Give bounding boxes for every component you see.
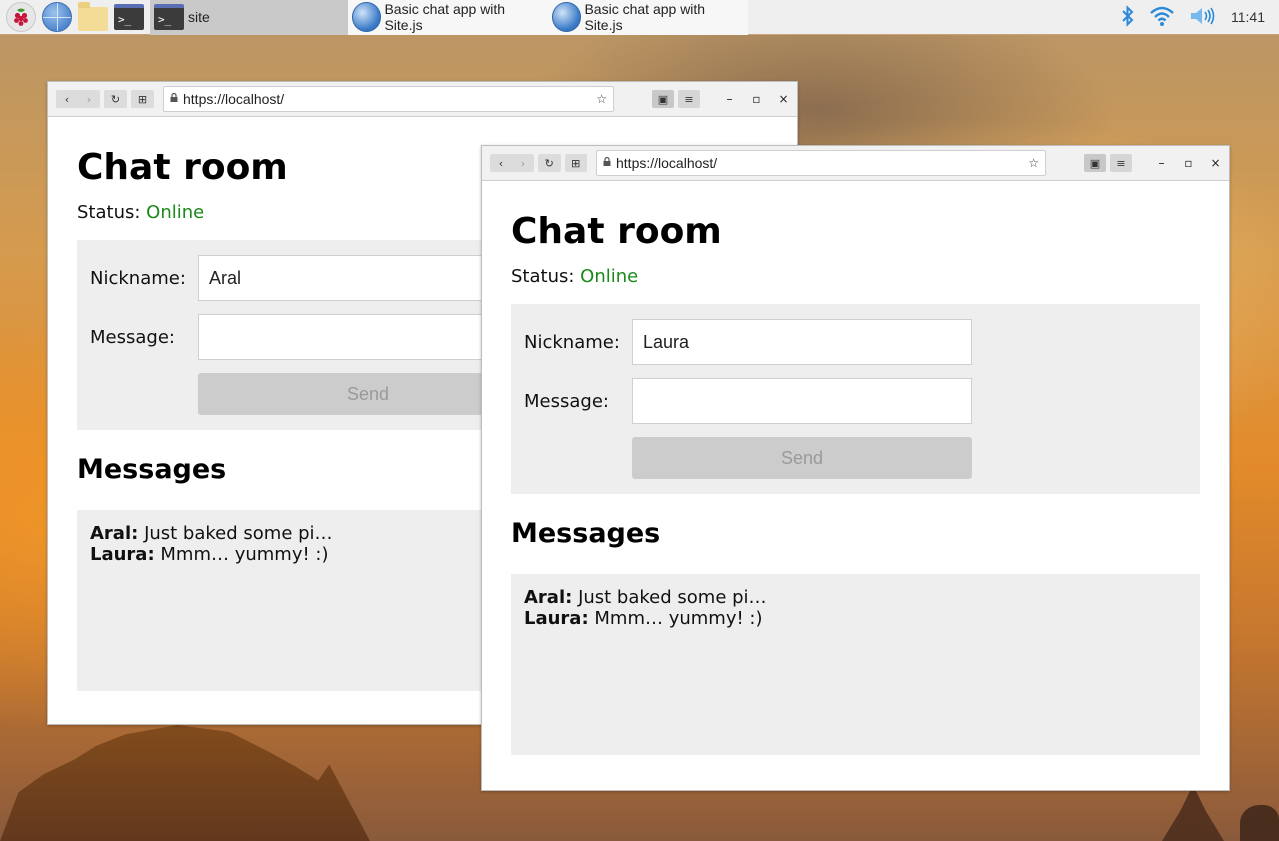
bookmark-star-icon[interactable]: ☆ [596,92,607,106]
status-line: Status: Online [511,266,1200,287]
bookmarks-button[interactable]: ▣ [1084,154,1106,172]
reload-button[interactable]: ↻ [538,154,561,172]
message-author: Aral: [524,587,573,608]
maximize-button[interactable]: ▫ [1175,156,1202,170]
message-label: Message: [90,326,175,348]
minimize-button[interactable]: – [1148,156,1175,170]
browser-window-laura: ‹ › ↻ ⊞ https://localhost/ ☆ ▣ ≡ – ▫ × C… [481,145,1230,791]
status-label: Status: [77,202,141,223]
forward-button[interactable]: › [512,154,534,172]
lock-icon [170,92,178,105]
message-author: Aral: [90,523,139,544]
bookmark-star-icon[interactable]: ☆ [1028,156,1039,170]
terminal-icon: >_ [114,4,144,30]
task-label: site [188,9,210,25]
status-label: Status: [511,266,575,287]
window-controls: – ▫ × [1148,156,1229,170]
menu-button[interactable]: ≡ [1110,154,1132,172]
minimize-button[interactable]: – [716,92,743,106]
browser-tools: ▣ ≡ [652,90,704,108]
task-label: Basic chat app with Site.js [384,1,506,33]
nickname-input[interactable] [632,319,972,365]
browser-toolbar: ‹ › ↻ ⊞ https://localhost/ ☆ ▣ ≡ – ▫ × [48,82,797,117]
reload-button[interactable]: ↻ [104,90,127,108]
message-author: Laura: [524,608,589,629]
raspberry-pi-menu-button[interactable] [6,2,36,32]
nickname-label: Nickname: [90,267,186,289]
clock[interactable]: 11:41 [1231,9,1265,25]
forward-button[interactable]: › [78,90,100,108]
chat-form: Nickname: Message: Send [511,304,1200,494]
message-author: Laura: [90,544,155,565]
wallpaper-tree-silhouette [1240,805,1279,841]
system-tray: 11:41 [1121,4,1279,30]
messages-list: Aral: Just baked some pi… Laura: Mmm… yu… [511,574,1200,755]
url-text: https://localhost/ [183,91,285,107]
bluetooth-icon[interactable] [1121,4,1135,30]
messages-heading: Messages [511,518,661,549]
page-content: Chat room Status: Online Nickname: Messa… [482,182,1229,790]
message-item: Laura: Mmm… yummy! :) [524,608,1187,629]
browser-globe-icon [552,2,582,32]
terminal-launcher[interactable]: >_ [114,2,144,32]
send-button[interactable]: Send [632,437,972,479]
wallpaper-pagoda-silhouette [0,725,370,841]
message-item: Aral: Just baked some pi… [524,587,1187,608]
maximize-button[interactable]: ▫ [743,92,770,106]
message-text: Mmm… yummy! :) [594,608,763,629]
message-label: Message: [524,390,609,412]
message-text: Mmm… yummy! :) [160,544,329,565]
volume-icon[interactable] [1189,5,1217,30]
nav-buttons: ‹ › [490,154,534,172]
new-tab-button[interactable]: ⊞ [564,154,587,172]
task-button-chat-app-2[interactable]: Basic chat app with Site.js [548,0,748,35]
browser-tools: ▣ ≡ [1084,154,1136,172]
status-value: Online [146,202,205,223]
bookmarks-button[interactable]: ▣ [652,90,674,108]
menu-button[interactable]: ≡ [678,90,700,108]
globe-icon [42,2,72,32]
file-manager-launcher[interactable] [78,2,108,32]
nav-buttons: ‹ › [56,90,100,108]
nickname-label: Nickname: [524,331,620,353]
address-bar[interactable]: https://localhost/ ☆ [596,150,1046,176]
task-label: Basic chat app with Site.js [584,1,706,33]
browser-toolbar: ‹ › ↻ ⊞ https://localhost/ ☆ ▣ ≡ – ▫ × [482,146,1229,181]
task-button-site[interactable]: >_ site [150,0,348,35]
wifi-icon[interactable] [1149,5,1175,30]
close-button[interactable]: × [770,92,797,106]
window-controls: – ▫ × [716,92,797,106]
folder-icon [78,2,108,31]
terminal-icon: >_ [154,4,184,30]
back-button[interactable]: ‹ [490,154,512,172]
status-value: Online [580,266,639,287]
new-tab-button[interactable]: ⊞ [131,90,154,108]
message-input[interactable] [632,378,972,424]
message-text: Just baked some pi… [144,523,333,544]
close-button[interactable]: × [1202,156,1229,170]
back-button[interactable]: ‹ [56,90,78,108]
address-bar[interactable]: https://localhost/ ☆ [163,86,614,112]
url-text: https://localhost/ [616,155,718,171]
wallpaper-spire-silhouette [1162,790,1224,841]
page-title: Chat room [511,211,722,252]
task-button-chat-app-1[interactable]: Basic chat app with Site.js [348,0,548,35]
taskbar: >_ >_ site Basic chat app with Site.js B… [0,0,1279,35]
lock-icon [603,156,611,169]
browser-globe-icon [352,2,382,32]
web-browser-launcher[interactable] [42,2,72,32]
message-text: Just baked some pi… [578,587,767,608]
raspberry-pi-icon [6,2,36,32]
